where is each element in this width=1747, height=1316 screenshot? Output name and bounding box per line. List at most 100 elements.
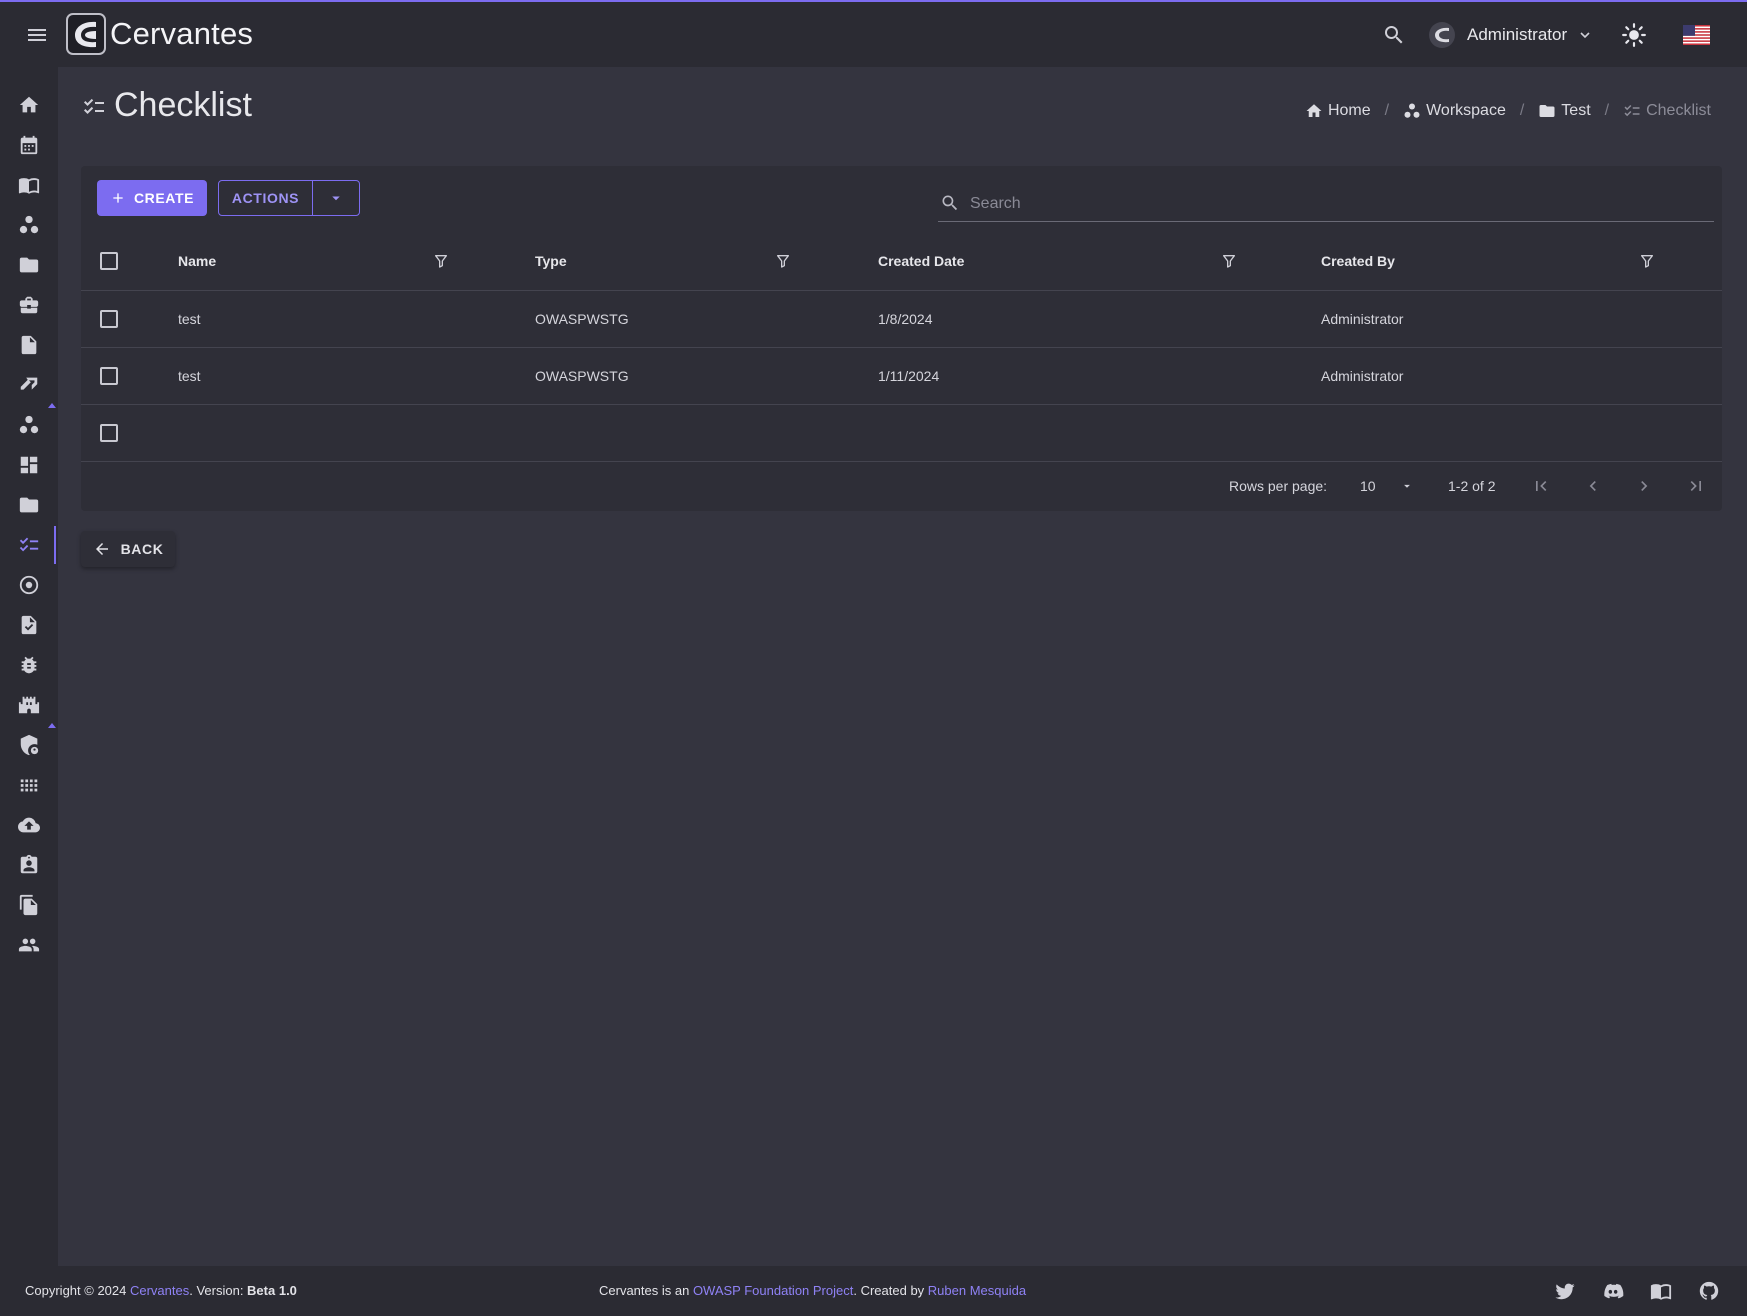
- apps-icon: [20, 779, 38, 792]
- next-page-button[interactable]: [1631, 473, 1657, 499]
- sidebar-item-documents[interactable]: [0, 325, 58, 365]
- docs-icon[interactable]: [1650, 1280, 1672, 1302]
- breadcrumb-test[interactable]: Test: [1538, 102, 1591, 120]
- cell-created-date: 1/8/2024: [878, 290, 1321, 348]
- sidebar-item-contacts[interactable]: [0, 845, 58, 885]
- sidebar-item-workspaces[interactable]: [0, 405, 58, 445]
- search-input[interactable]: [970, 190, 1700, 218]
- sidebar-item-stack[interactable]: [0, 365, 58, 405]
- version-value: Beta 1.0: [247, 1283, 297, 1298]
- copyright-text: Copyright © 2024: [25, 1283, 130, 1298]
- user-menu[interactable]: Administrator: [1428, 18, 1593, 52]
- last-page-icon: [1690, 481, 1701, 491]
- filter-icon[interactable]: [433, 253, 449, 269]
- filter-icon[interactable]: [1639, 253, 1655, 269]
- document-icon: [21, 335, 37, 355]
- column-header-type: Type: [535, 253, 567, 270]
- folder-icon: [19, 497, 39, 513]
- author-link[interactable]: Ruben Mesquida: [928, 1283, 1026, 1298]
- sidebar-item-calendar[interactable]: [0, 125, 58, 165]
- sidebar-item-files[interactable]: [0, 485, 58, 525]
- project-text: Cervantes is an: [599, 1283, 693, 1298]
- sidebar-item-docs[interactable]: [0, 165, 58, 205]
- table-search: [938, 188, 1714, 222]
- chevron-down-icon: [1580, 32, 1590, 39]
- table-pagination: Rows per page: 10 1-2 of 2: [81, 461, 1722, 511]
- discord-icon[interactable]: [1602, 1280, 1624, 1302]
- github-icon[interactable]: [1698, 1280, 1720, 1302]
- rows-per-page-select[interactable]: 10: [1360, 473, 1456, 499]
- twitter-icon[interactable]: [1554, 1280, 1576, 1302]
- row-checkbox[interactable]: [100, 423, 118, 442]
- breadcrumb-workspace[interactable]: Workspace: [1403, 102, 1506, 120]
- last-page-button[interactable]: [1683, 473, 1709, 499]
- rows-per-page-value: 10: [1360, 478, 1376, 494]
- cervantes-logo: [66, 13, 106, 55]
- sidebar-item-home[interactable]: [0, 85, 58, 125]
- sidebar-item-apps[interactable]: [0, 765, 58, 805]
- checklist-icon: [19, 537, 39, 552]
- cervantes-link[interactable]: Cervantes: [130, 1283, 189, 1298]
- sidebar-item-vulns[interactable]: [0, 645, 58, 685]
- owasp-link[interactable]: OWASP Foundation Project: [693, 1283, 853, 1298]
- sidebar-item-dashboard[interactable]: [0, 445, 58, 485]
- filter-icon[interactable]: [775, 253, 791, 269]
- sidebar-item-reports[interactable]: [0, 885, 58, 925]
- sidebar-item-tasks[interactable]: [0, 605, 58, 645]
- sidebar-item-targets[interactable]: [0, 565, 58, 605]
- actions-button-group: ACTIONS: [218, 180, 360, 216]
- checklist-table-card: CREATE ACTIONS Name Type Created Date Cr…: [81, 166, 1722, 511]
- first-page-button[interactable]: [1528, 473, 1554, 499]
- sidebar-item-portfolio[interactable]: [0, 285, 58, 325]
- bug-icon: [21, 656, 37, 674]
- cell-type: OWASPWSTG: [535, 290, 878, 348]
- caret-down-icon: [332, 196, 340, 201]
- row-checkbox[interactable]: [100, 366, 118, 385]
- sidebar-item-projects[interactable]: [0, 245, 58, 285]
- first-page-icon: [1536, 481, 1547, 491]
- sidebar-item-castle[interactable]: [0, 685, 58, 725]
- target-icon: [19, 575, 39, 595]
- create-button[interactable]: CREATE: [97, 180, 207, 216]
- footer-credits: Cervantes is an OWASP Foundation Project…: [599, 1283, 1026, 1298]
- menu-icon[interactable]: [24, 23, 50, 47]
- workspace-icon: [19, 215, 39, 234]
- sidebar-nav: [0, 67, 58, 1266]
- sun-icon[interactable]: [1621, 22, 1647, 48]
- folder-icon: [1539, 105, 1555, 117]
- sidebar-item-clients[interactable]: [0, 205, 58, 245]
- breadcrumb-separator: /: [1604, 102, 1610, 119]
- breadcrumb-home[interactable]: Home: [1305, 102, 1371, 120]
- sidebar-item-checklist[interactable]: [0, 525, 58, 565]
- filter-icon[interactable]: [1221, 253, 1237, 269]
- row-checkbox[interactable]: [100, 309, 118, 328]
- cloud-upload-icon: [18, 817, 40, 833]
- select-all-checkbox[interactable]: [100, 252, 118, 271]
- task-icon: [21, 615, 37, 635]
- create-button-label: CREATE: [133, 190, 195, 206]
- actions-button-label: ACTIONS: [231, 190, 300, 206]
- search-icon: [942, 195, 958, 211]
- actions-dropdown-button[interactable]: [313, 181, 359, 215]
- sidebar-item-security[interactable]: [0, 725, 58, 765]
- breadcrumb-label: Test: [1561, 102, 1591, 119]
- version-text: . Version:: [189, 1283, 248, 1298]
- cell-created-date: 1/11/2024: [878, 347, 1321, 405]
- table-row[interactable]: test OWASPWSTG 1/8/2024 Administrator: [81, 290, 1722, 348]
- table-row[interactable]: test OWASPWSTG 1/11/2024 Administrator: [81, 347, 1722, 405]
- search-icon[interactable]: [1382, 23, 1406, 47]
- sidebar-item-upload[interactable]: [0, 805, 58, 845]
- sidebar-item-users[interactable]: [0, 925, 58, 965]
- table-row-empty: [81, 404, 1722, 462]
- back-button[interactable]: BACK: [81, 531, 175, 567]
- breadcrumb: Home / Workspace / Test / Checklist: [1305, 102, 1711, 120]
- arrow-left-icon: [95, 543, 108, 555]
- rows-per-page-label: Rows per page:: [1229, 478, 1328, 494]
- column-header-name: Name: [178, 253, 217, 270]
- shield-icon: [20, 734, 39, 756]
- actions-button[interactable]: ACTIONS: [219, 181, 313, 215]
- brand-name: Cervantes: [110, 16, 254, 51]
- us-flag-icon[interactable]: [1683, 25, 1710, 45]
- caret-down-icon: [1403, 484, 1410, 488]
- previous-page-button[interactable]: [1580, 473, 1606, 499]
